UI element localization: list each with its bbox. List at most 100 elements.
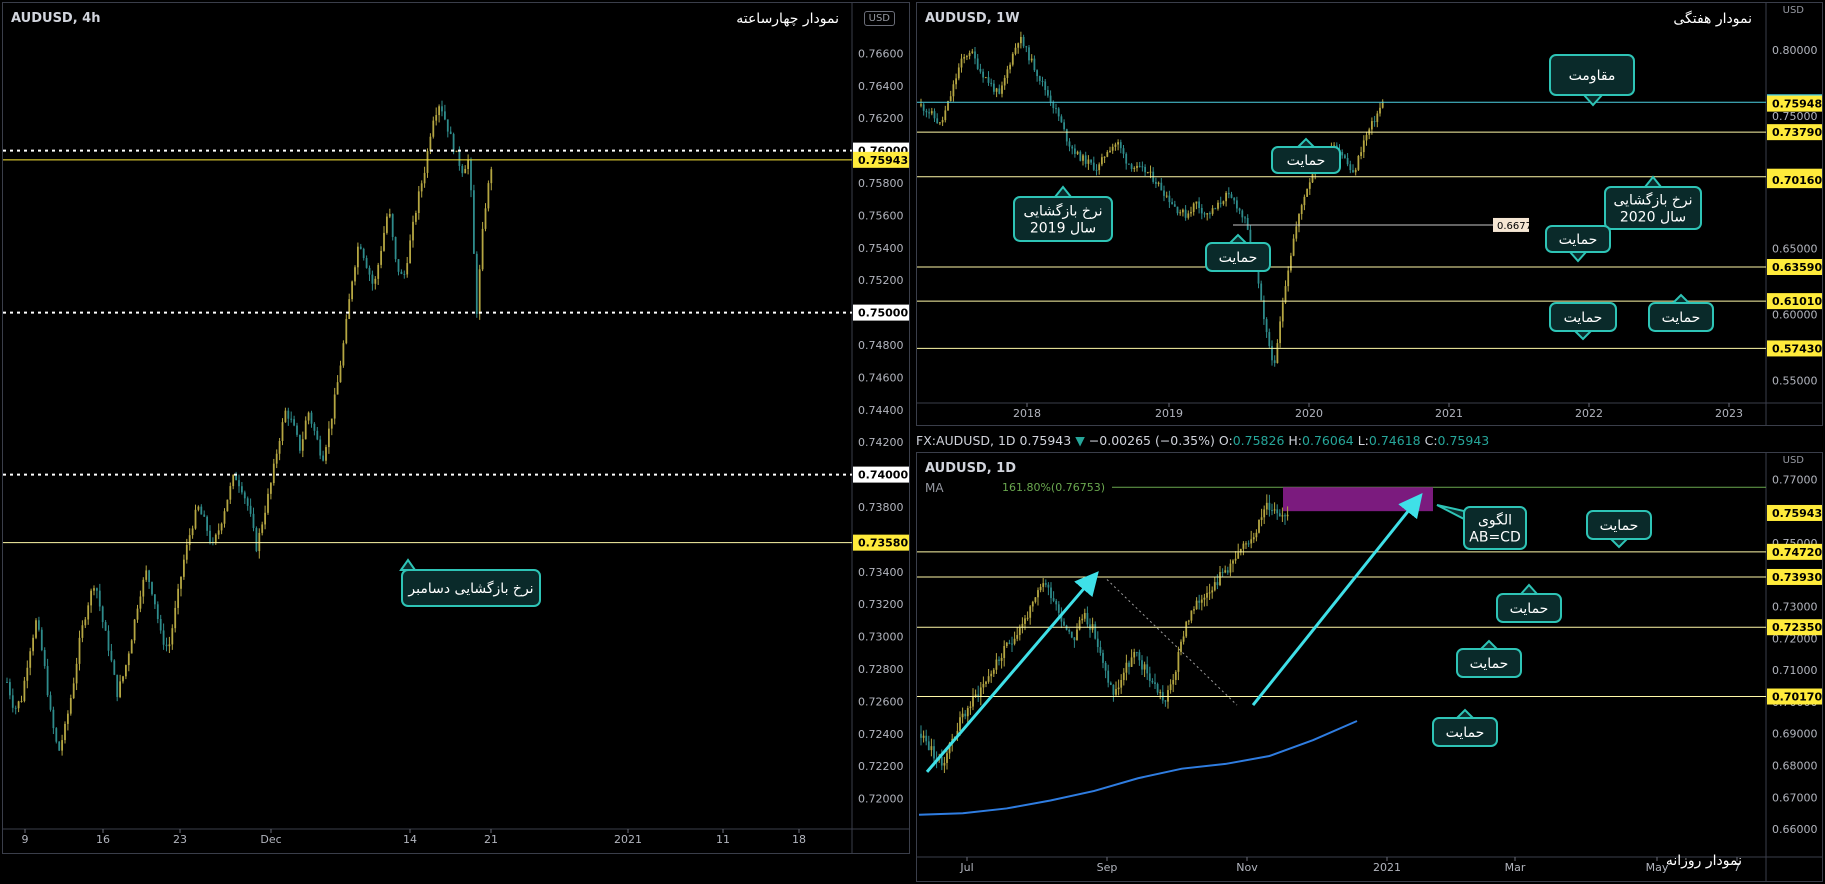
candle-body	[403, 273, 406, 275]
chart-weekly-svg[interactable]: 0.800000.750000.700000.650000.600000.550…	[917, 3, 1822, 425]
y-tick-label: 0.75200	[858, 274, 904, 287]
y-tick-label: 0.73000	[858, 631, 904, 644]
x-tick-label: Jul	[959, 861, 973, 874]
candle-body	[1125, 662, 1128, 673]
chart-daily-svg[interactable]: 0.770000.760000.750000.740000.730000.720…	[917, 453, 1822, 881]
candle-body	[1143, 664, 1146, 670]
candle-body	[249, 505, 252, 514]
candle-body	[1306, 188, 1308, 197]
candle-body	[26, 667, 29, 681]
candle-body	[1211, 208, 1214, 214]
candle-body	[961, 713, 964, 718]
candle-body	[255, 527, 258, 552]
candle-body	[1232, 560, 1234, 564]
candle-body	[985, 681, 987, 684]
candle-body	[1082, 155, 1084, 161]
candle-body	[1122, 672, 1125, 680]
candle-body	[464, 168, 467, 174]
candle-body	[1206, 213, 1209, 215]
chart-4h-pane[interactable]: AUDUSD, 4h USD نمودار چهارساعته 0.76600 0…	[2, 2, 910, 854]
callout-daily-support-1-pointer	[1608, 538, 1630, 549]
candle-body	[1273, 509, 1276, 511]
candle-body	[438, 106, 440, 116]
candle-body	[301, 439, 304, 451]
callout-support-2-pointer	[1227, 233, 1249, 244]
candle-body	[920, 733, 922, 738]
candle-body	[1263, 509, 1266, 518]
candle-body	[1130, 657, 1133, 667]
candle-body	[180, 576, 182, 589]
y-tick-label: 0.73400	[858, 566, 904, 579]
candle-body	[984, 77, 987, 79]
candle-body	[217, 530, 220, 535]
callout-support-4-text: حمایت	[1564, 310, 1603, 326]
candle-body	[72, 683, 75, 699]
candle-body	[1242, 543, 1245, 549]
candle-body	[171, 628, 174, 645]
candle-body	[1057, 108, 1060, 117]
candle-body	[1346, 157, 1349, 165]
candle-body	[1190, 211, 1192, 214]
candle-body	[461, 165, 464, 174]
infobar-open-label: O:	[1218, 433, 1233, 448]
candle-body	[930, 111, 933, 114]
candle-body	[151, 582, 153, 595]
candle-body	[1352, 170, 1354, 173]
candle-body	[246, 498, 249, 506]
candle-body	[1138, 652, 1141, 661]
candle-body	[226, 499, 229, 512]
candle-body	[946, 753, 948, 763]
candle-body	[1156, 684, 1159, 693]
callout-abcd-pattern-pointer	[1436, 504, 1465, 521]
candle-body	[252, 513, 255, 528]
chart-weekly-pane[interactable]: AUDUSD, 1W USD نمودار هفتگی 0.80000 0.750…	[916, 2, 1823, 426]
candle-body	[351, 281, 353, 300]
candle-body	[1308, 182, 1311, 189]
candle-body	[270, 483, 272, 494]
candle-body	[110, 650, 113, 661]
candle-body	[397, 259, 400, 272]
candle-body	[1034, 597, 1037, 602]
x-tick-label: Nov	[1236, 861, 1258, 874]
candle-body	[974, 694, 977, 697]
chart-4h-svg[interactable]: 0.766000.764000.762000.760000.758000.756…	[3, 3, 909, 853]
candle-body	[1084, 155, 1087, 164]
candle-body	[333, 394, 336, 419]
candle-body	[993, 83, 995, 92]
x-tick-label: 2021	[1435, 407, 1463, 420]
candle-body	[1357, 155, 1360, 170]
infobar-close: 0.75943	[1437, 433, 1490, 448]
candle-body	[446, 119, 449, 132]
x-tick-label: Dec	[260, 833, 281, 846]
candle-body	[1044, 583, 1047, 585]
candle-body	[941, 120, 944, 123]
candle-body	[473, 190, 475, 254]
candle-body	[374, 278, 377, 284]
candle-body	[310, 412, 313, 424]
candle-body	[1022, 36, 1025, 47]
candle-body	[1379, 107, 1381, 114]
candle-body	[1151, 680, 1154, 683]
y-tick-label: 0.67000	[1772, 791, 1818, 804]
candle-body	[1025, 46, 1028, 48]
candle-body	[154, 594, 156, 605]
candle-body	[383, 232, 385, 251]
candle-body	[136, 608, 139, 620]
candle-body	[1128, 662, 1130, 667]
candle-body	[968, 52, 971, 57]
candle-body	[6, 681, 8, 683]
candle-body	[1009, 64, 1011, 70]
chart-daily-pane[interactable]: AUDUSD, 1D MA USD 0.770000.760000.750000…	[916, 452, 1823, 882]
candle-body	[1250, 539, 1253, 544]
candle-body	[61, 740, 63, 751]
candle-body	[232, 474, 235, 487]
callout-daily-support-1-text: حمایت	[1600, 518, 1639, 534]
candle-body	[1163, 190, 1165, 196]
y-tick-label: 0.74600	[858, 371, 904, 384]
candle-body	[1292, 238, 1295, 256]
candle-body	[316, 430, 319, 440]
y-tick-label: 0.72600	[858, 695, 904, 708]
candle-body	[81, 625, 84, 638]
candle-body	[1278, 513, 1281, 517]
candle-body	[1185, 621, 1188, 637]
